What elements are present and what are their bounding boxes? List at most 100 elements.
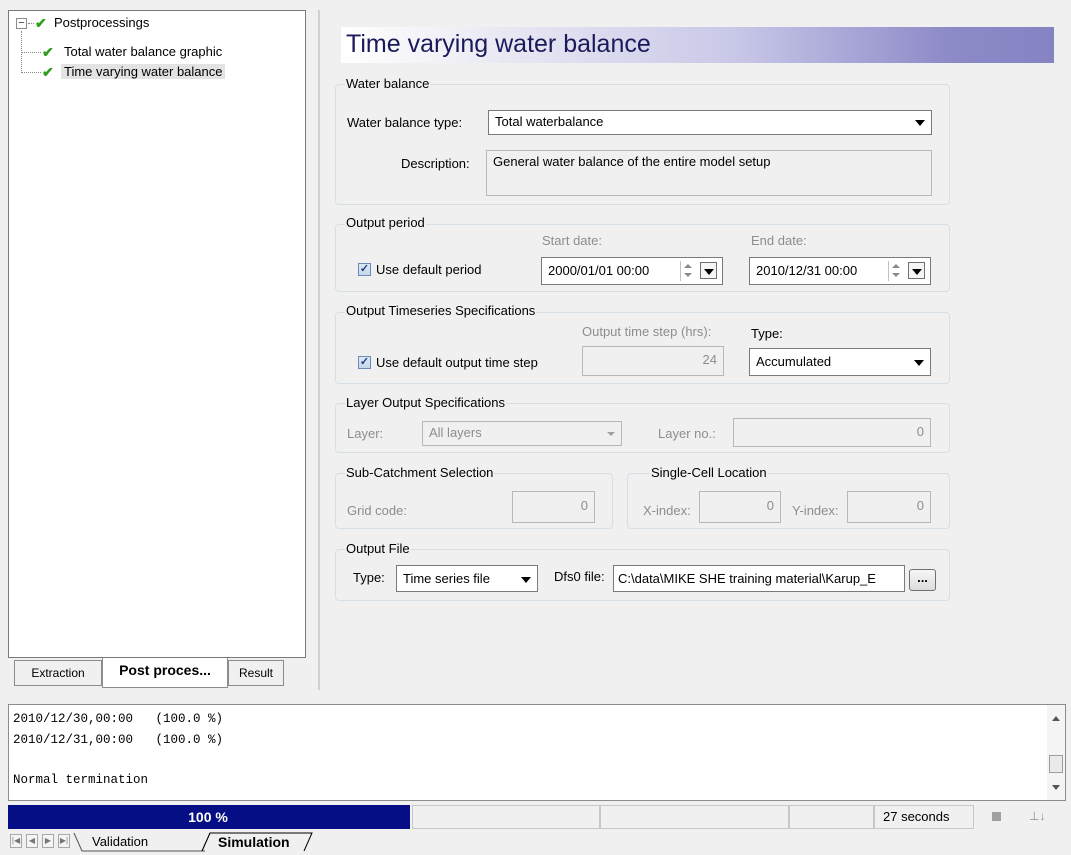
check-icon: ✔	[35, 15, 47, 31]
tree-item-label: Time varying water balance	[61, 64, 226, 79]
tab-label: Validation	[92, 834, 149, 849]
tab-label: Extraction	[31, 666, 85, 680]
tree-item-label: Total water balance graphic	[64, 44, 223, 59]
y-index-label: Y-index:	[792, 503, 839, 518]
y-index-field: 0	[847, 491, 931, 523]
spinner-icon[interactable]	[680, 261, 695, 281]
x-index-label: X-index:	[643, 503, 691, 518]
sheet-tabs: |◀ ◀ ▶ ▶| Validation Simulation	[8, 831, 1066, 853]
elapsed-time: 27 seconds	[874, 805, 974, 829]
stop-icon[interactable]	[992, 812, 1001, 821]
timeseries-type-label: Type:	[751, 326, 783, 341]
water-balance-type-label: Water balance type:	[347, 115, 463, 130]
output-time-step-field: 24	[582, 346, 724, 376]
chevron-down-icon	[915, 120, 925, 126]
dfs0-file-input[interactable]: C:\data\MIKE SHE training material\Karup…	[613, 565, 905, 592]
use-default-time-step-label: Use default output time step	[376, 355, 538, 370]
first-sheet-icon[interactable]: |◀	[10, 834, 22, 848]
log-line: 2010/12/30,00:00 (100.0 %)	[13, 712, 224, 726]
postprocessing-tree: − ✔ Postprocessings ✔ Total water balanc…	[8, 10, 306, 658]
next-sheet-icon[interactable]: ▶	[42, 834, 54, 848]
layer-no-value: 0	[916, 424, 924, 439]
browse-button[interactable]: ...	[909, 569, 936, 591]
tab-extraction[interactable]: Extraction	[14, 660, 102, 686]
status-cell	[412, 805, 600, 829]
chevron-down-icon	[521, 577, 531, 583]
grid-code-value: 0	[580, 498, 588, 513]
calendar-dropdown-button[interactable]	[700, 262, 717, 279]
tree-connector	[21, 72, 41, 73]
tab-validation[interactable]: Validation	[92, 831, 148, 853]
browse-label: ...	[917, 570, 928, 585]
progress-track: 100 %	[8, 805, 410, 829]
check-icon: ✔	[42, 64, 54, 80]
tab-result[interactable]: Result	[228, 660, 284, 686]
time-step-value: 24	[702, 352, 717, 367]
simulation-log: 2010/12/30,00:00 (100.0 %) 2010/12/31,00…	[8, 704, 1066, 801]
x-index-field: 0	[699, 491, 781, 523]
select-value: Accumulated	[756, 354, 832, 369]
layer-no-label: Layer no.:	[658, 426, 716, 441]
prev-sheet-icon[interactable]: ◀	[26, 834, 38, 848]
log-line: Normal termination	[13, 773, 149, 787]
group-title: Single-Cell Location	[650, 465, 768, 480]
status-cell	[789, 805, 874, 829]
log-line: 2010/12/31,00:00 (100.0 %)	[13, 733, 224, 747]
grid-code-label: Grid code:	[347, 503, 407, 518]
end-date-picker[interactable]: 2010/12/31 00:00	[749, 257, 931, 285]
tab-post-processing[interactable]: Post proces...	[102, 658, 228, 688]
grid-code-field: 0	[512, 491, 595, 523]
output-time-step-label: Output time step (hrs):	[582, 324, 712, 339]
chevron-down-icon	[607, 432, 615, 436]
check-icon: ✔	[42, 44, 54, 60]
scroll-thumb[interactable]	[1049, 755, 1063, 773]
progress-text: 100 %	[188, 809, 228, 825]
last-sheet-icon[interactable]: ▶|	[58, 834, 70, 848]
output-file-type-label: Type:	[353, 570, 385, 585]
water-balance-type-select[interactable]: Total waterbalance	[488, 110, 932, 135]
tab-label: Result	[238, 666, 273, 680]
dfs0-file-path: C:\data\MIKE SHE training material\Karup…	[618, 571, 876, 586]
tree-connector	[28, 23, 34, 24]
group-title: Output Timeseries Specifications	[345, 303, 537, 318]
timeseries-type-select[interactable]: Accumulated	[749, 348, 931, 376]
tree-item-time-varying-water-balance[interactable]: Time varying water balance	[61, 64, 226, 80]
log-scrollbar[interactable]	[1047, 705, 1065, 800]
use-default-time-step-checkbox[interactable]: ✓	[358, 356, 371, 369]
tab-label: Simulation	[218, 834, 290, 850]
scroll-down-icon[interactable]	[1052, 785, 1060, 790]
y-index-value: 0	[916, 498, 924, 513]
tree-connector	[21, 52, 41, 53]
tab-label: Post proces...	[119, 662, 211, 678]
group-title: Output period	[345, 215, 426, 230]
calendar-dropdown-button[interactable]	[908, 262, 925, 279]
tree-item-total-water-balance-graphic[interactable]: Total water balance graphic	[61, 44, 225, 60]
layer-no-field: 0	[733, 418, 931, 447]
group-title: Layer Output Specifications	[345, 395, 506, 410]
use-default-period-checkbox[interactable]: ✓	[358, 263, 371, 276]
scroll-up-icon[interactable]	[1052, 716, 1060, 721]
collapse-icon[interactable]: −	[16, 18, 27, 29]
output-file-type-select[interactable]: Time series file	[396, 565, 538, 592]
tree-item-postprocessings[interactable]: Postprocessings	[54, 15, 149, 31]
pin-icon[interactable]: ⊥↓	[1029, 805, 1045, 827]
select-value: Time series file	[403, 571, 490, 586]
select-value: All layers	[429, 425, 482, 440]
tree-item-label: Postprocessings	[54, 15, 150, 30]
x-index-value: 0	[766, 498, 774, 513]
group-title: Sub-Catchment Selection	[345, 465, 495, 480]
group-title: Water balance	[345, 76, 431, 91]
end-date-value: 2010/12/31 00:00	[756, 263, 858, 278]
tab-simulation[interactable]: Simulation	[218, 831, 290, 853]
spinner-icon[interactable]	[888, 261, 903, 281]
dfs0-file-label: Dfs0 file:	[554, 569, 605, 584]
use-default-period-label: Use default period	[376, 262, 482, 277]
start-date-label: Start date:	[542, 233, 602, 248]
layer-select: All layers	[422, 421, 622, 446]
start-date-picker[interactable]: 2000/01/01 00:00	[541, 257, 723, 285]
start-date-value: 2000/01/01 00:00	[548, 263, 650, 278]
description-field: General water balance of the entire mode…	[486, 150, 932, 196]
layer-label: Layer:	[347, 426, 384, 441]
end-date-label: End date:	[751, 233, 807, 248]
chevron-down-icon	[914, 360, 924, 366]
